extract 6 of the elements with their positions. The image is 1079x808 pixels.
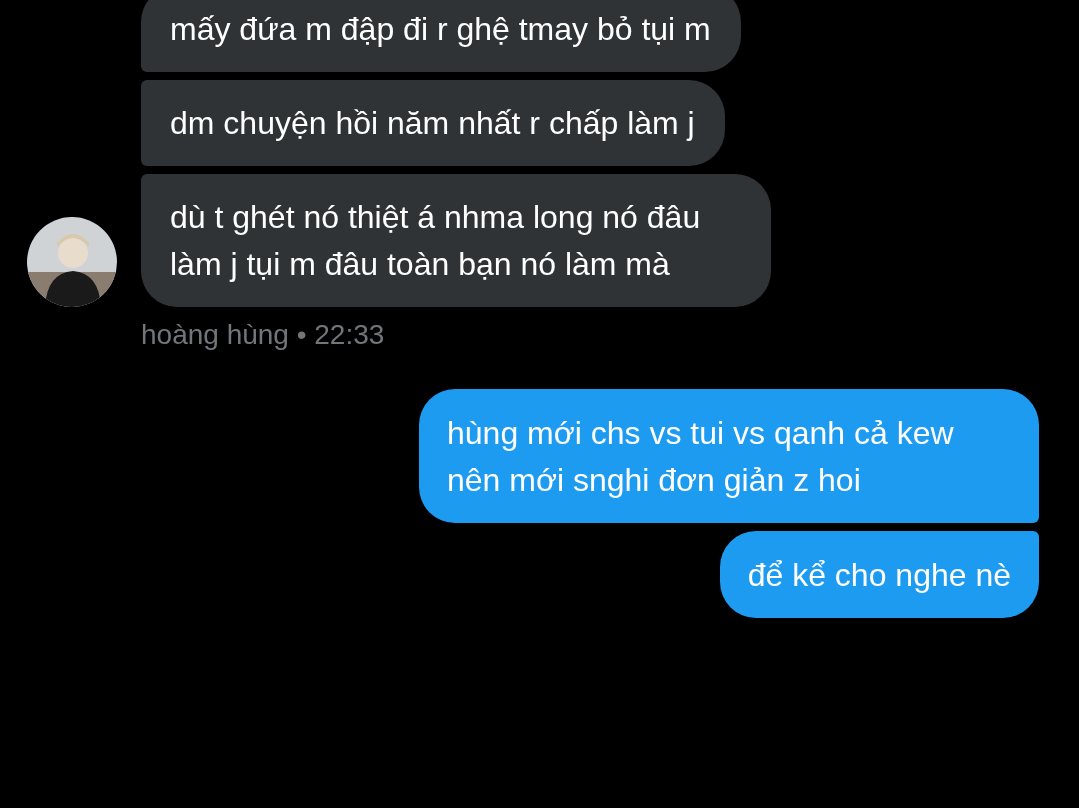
received-message: mấy đứa m đập đi r ghệ tmay bỏ tụi m [141,0,741,72]
received-message: dm chuyện hồi năm nhất r chấp làm j [141,80,725,166]
sender-and-time: hoàng hùng • 22:33 [141,319,386,351]
sent-message: để kể cho nghe nè [719,531,1039,618]
sent-message: hùng mới chs vs tui vs qanh cả kew nên mới snghi đơn giản z hoi [419,389,1039,523]
received-message: dù t ghét nó thiệt á nhma long nó đâu làm j tụi m đâu toàn bạn nó làm mà [141,174,771,307]
